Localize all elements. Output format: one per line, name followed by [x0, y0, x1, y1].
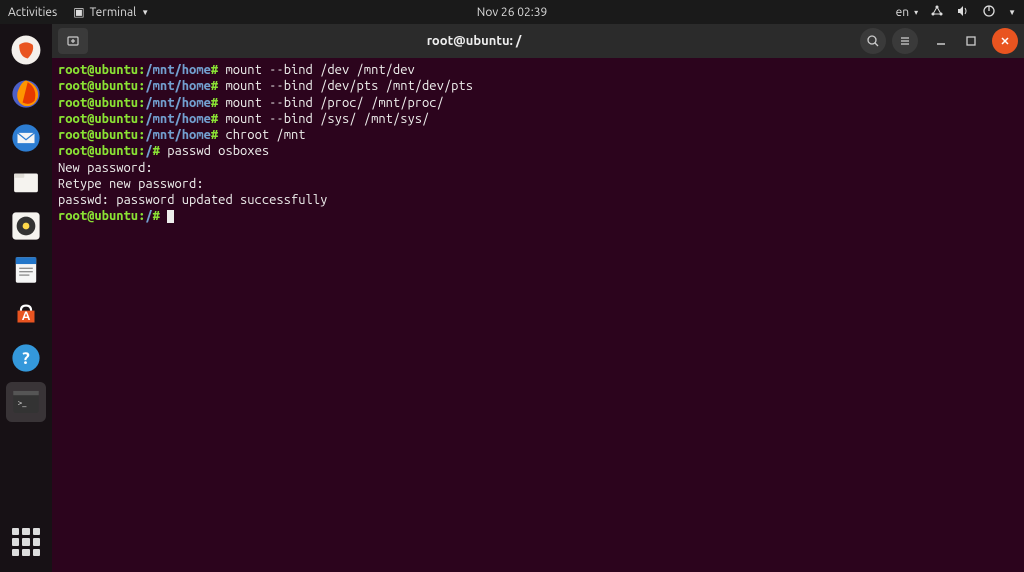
system-menu-chevron[interactable]: ▼: [1008, 8, 1016, 17]
terminal-icon: ▣: [73, 5, 84, 19]
dock: A ? >_: [0, 24, 52, 572]
menu-button[interactable]: [892, 28, 918, 54]
dock-item-help[interactable]: ?: [6, 338, 46, 378]
dock-item-software[interactable]: A: [6, 294, 46, 334]
top-panel: Activities ▣ Terminal ▼ Nov 26 02:39 en …: [0, 0, 1024, 24]
app-menu[interactable]: ▣ Terminal ▼: [73, 5, 149, 19]
svg-text:>_: >_: [18, 397, 28, 407]
chevron-down-icon: ▾: [914, 8, 918, 17]
dock-item-writer[interactable]: [6, 250, 46, 290]
network-icon[interactable]: [930, 4, 944, 20]
terminal-viewport[interactable]: root@ubuntu:/mnt/home# mount --bind /dev…: [52, 58, 1024, 572]
titlebar: root@ubuntu: /: [52, 24, 1024, 58]
svg-text:A: A: [22, 310, 31, 323]
terminal-line: Retype new password:: [58, 176, 1018, 192]
window-title: root@ubuntu: /: [94, 34, 854, 48]
app-menu-label: Terminal: [90, 6, 137, 19]
activities-button[interactable]: Activities: [8, 6, 57, 19]
terminal-line: New password:: [58, 160, 1018, 176]
terminal-line: passwd: password updated successfully: [58, 192, 1018, 208]
terminal-line: root@ubuntu:/mnt/home# mount --bind /pro…: [58, 95, 1018, 111]
terminal-cursor: [167, 210, 174, 223]
chevron-down-icon: ▼: [141, 8, 149, 17]
dock-item-rhythmbox[interactable]: [6, 206, 46, 246]
dock-item-thunderbird[interactable]: [6, 118, 46, 158]
dock-item-ubiquity[interactable]: [6, 30, 46, 70]
dock-item-terminal[interactable]: >_: [6, 382, 46, 422]
show-applications-button[interactable]: [6, 522, 46, 562]
grid-icon: [12, 528, 40, 556]
clock[interactable]: Nov 26 02:39: [477, 6, 547, 19]
close-button[interactable]: [992, 28, 1018, 54]
terminal-line: root@ubuntu:/mnt/home# mount --bind /dev…: [58, 78, 1018, 94]
maximize-button[interactable]: [962, 32, 980, 50]
terminal-line: root@ubuntu:/mnt/home# chroot /mnt: [58, 127, 1018, 143]
search-button[interactable]: [860, 28, 886, 54]
terminal-line: root@ubuntu:/# passwd osboxes: [58, 143, 1018, 159]
minimize-button[interactable]: [932, 32, 950, 50]
dock-item-files[interactable]: [6, 162, 46, 202]
power-icon[interactable]: [982, 4, 996, 21]
volume-icon[interactable]: [956, 4, 970, 21]
new-tab-button[interactable]: [58, 28, 88, 54]
dock-item-firefox[interactable]: [6, 74, 46, 114]
input-source[interactable]: en ▾: [896, 6, 919, 19]
terminal-line: root@ubuntu:/mnt/home# mount --bind /sys…: [58, 111, 1018, 127]
terminal-line: root@ubuntu:/#: [58, 208, 1018, 224]
terminal-line: root@ubuntu:/mnt/home# mount --bind /dev…: [58, 62, 1018, 78]
svg-text:?: ?: [22, 349, 30, 368]
terminal-window: root@ubuntu: / root@ubuntu:/mnt/home# mo…: [52, 24, 1024, 572]
